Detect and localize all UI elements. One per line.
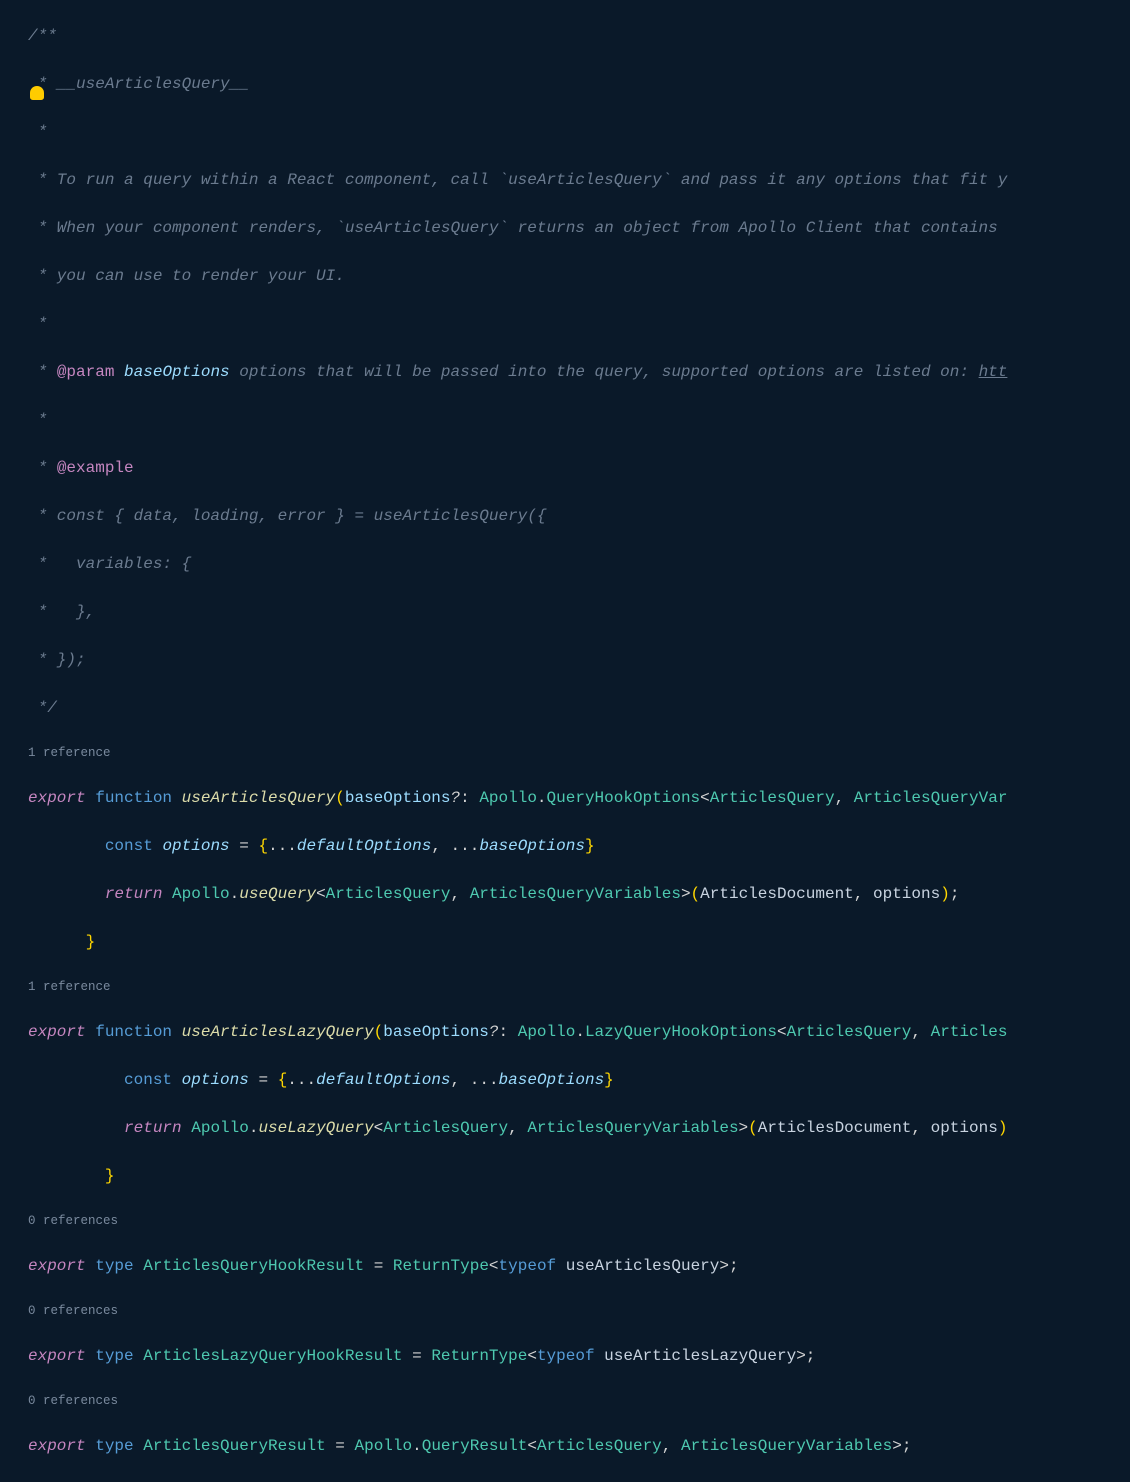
jsdoc-example: * const { data, loading, error } = useAr…	[28, 507, 546, 525]
jsdoc-open: /**	[28, 27, 57, 45]
code-line: const options = {...defaultOptions, ...b…	[28, 1068, 1130, 1092]
code-line: const options = {...defaultOptions, ...b…	[28, 834, 1130, 858]
jsdoc-desc: * you can use to render your UI.	[28, 267, 345, 285]
codelens-references[interactable]: 0 references	[28, 1392, 1130, 1410]
jsdoc-title: * __useArticlesQuery__	[28, 75, 249, 93]
jsdoc-example: * });	[28, 651, 86, 669]
jsdoc-param-link[interactable]: htt	[979, 363, 1008, 381]
type-declaration: export type ArticlesLazyQueryHookResult …	[28, 1344, 1130, 1368]
codelens-references[interactable]: 1 reference	[28, 978, 1130, 996]
jsdoc-param-desc: options that will be passed into the que…	[230, 363, 979, 381]
codelens-references[interactable]: 0 references	[28, 1302, 1130, 1320]
code-editor[interactable]: /** * __useArticlesQuery__ * * To run a …	[0, 0, 1130, 1482]
jsdoc-example: * variables: {	[28, 555, 191, 573]
jsdoc-close: */	[28, 699, 57, 717]
type-declaration: export type ArticlesQueryHookResult = Re…	[28, 1254, 1130, 1278]
codelens-references[interactable]: 0 references	[28, 1212, 1130, 1230]
codelens-references[interactable]: 1 reference	[28, 744, 1130, 762]
jsdoc-line: *	[28, 411, 47, 429]
jsdoc-example: * },	[28, 603, 95, 621]
code-line: }	[28, 1164, 1130, 1188]
code-line: return Apollo.useQuery<ArticlesQuery, Ar…	[28, 882, 1130, 906]
jsdoc-param-tag: @param	[57, 363, 115, 381]
jsdoc-example-tag: @example	[57, 459, 134, 477]
lightbulb-icon[interactable]	[30, 86, 44, 100]
jsdoc-line: *	[28, 315, 47, 333]
type-declaration: export type ArticlesQueryResult = Apollo…	[28, 1434, 1130, 1458]
jsdoc-param-prefix: *	[28, 363, 57, 381]
code-line: return Apollo.useLazyQuery<ArticlesQuery…	[28, 1116, 1130, 1140]
function-declaration: export function useArticlesLazyQuery(bas…	[28, 1020, 1130, 1044]
jsdoc-desc: * When your component renders, `useArtic…	[28, 219, 1007, 237]
function-declaration: export function useArticlesQuery(baseOpt…	[28, 786, 1130, 810]
jsdoc-line: *	[28, 123, 47, 141]
jsdoc-desc: * To run a query within a React componen…	[28, 171, 1007, 189]
jsdoc-example-prefix: *	[28, 459, 57, 477]
code-line: }	[28, 930, 1130, 954]
jsdoc-param-name: baseOptions	[124, 363, 230, 381]
